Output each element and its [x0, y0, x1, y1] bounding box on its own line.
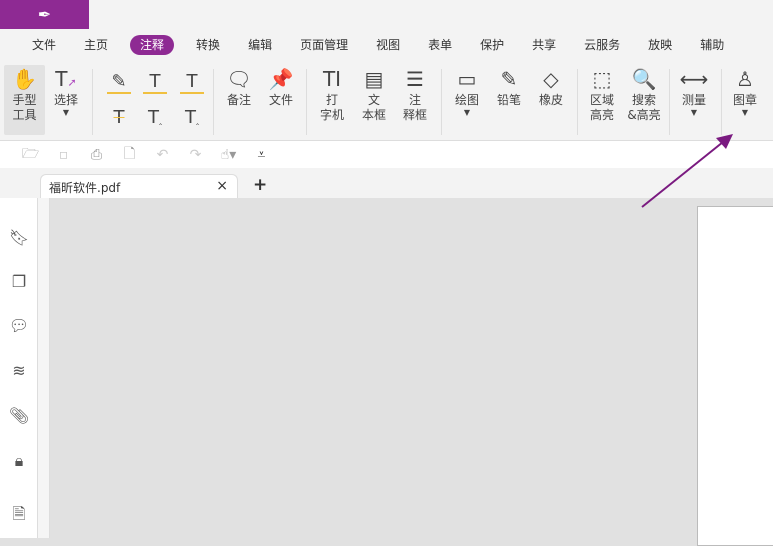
annotation-arrow: [641, 134, 733, 208]
